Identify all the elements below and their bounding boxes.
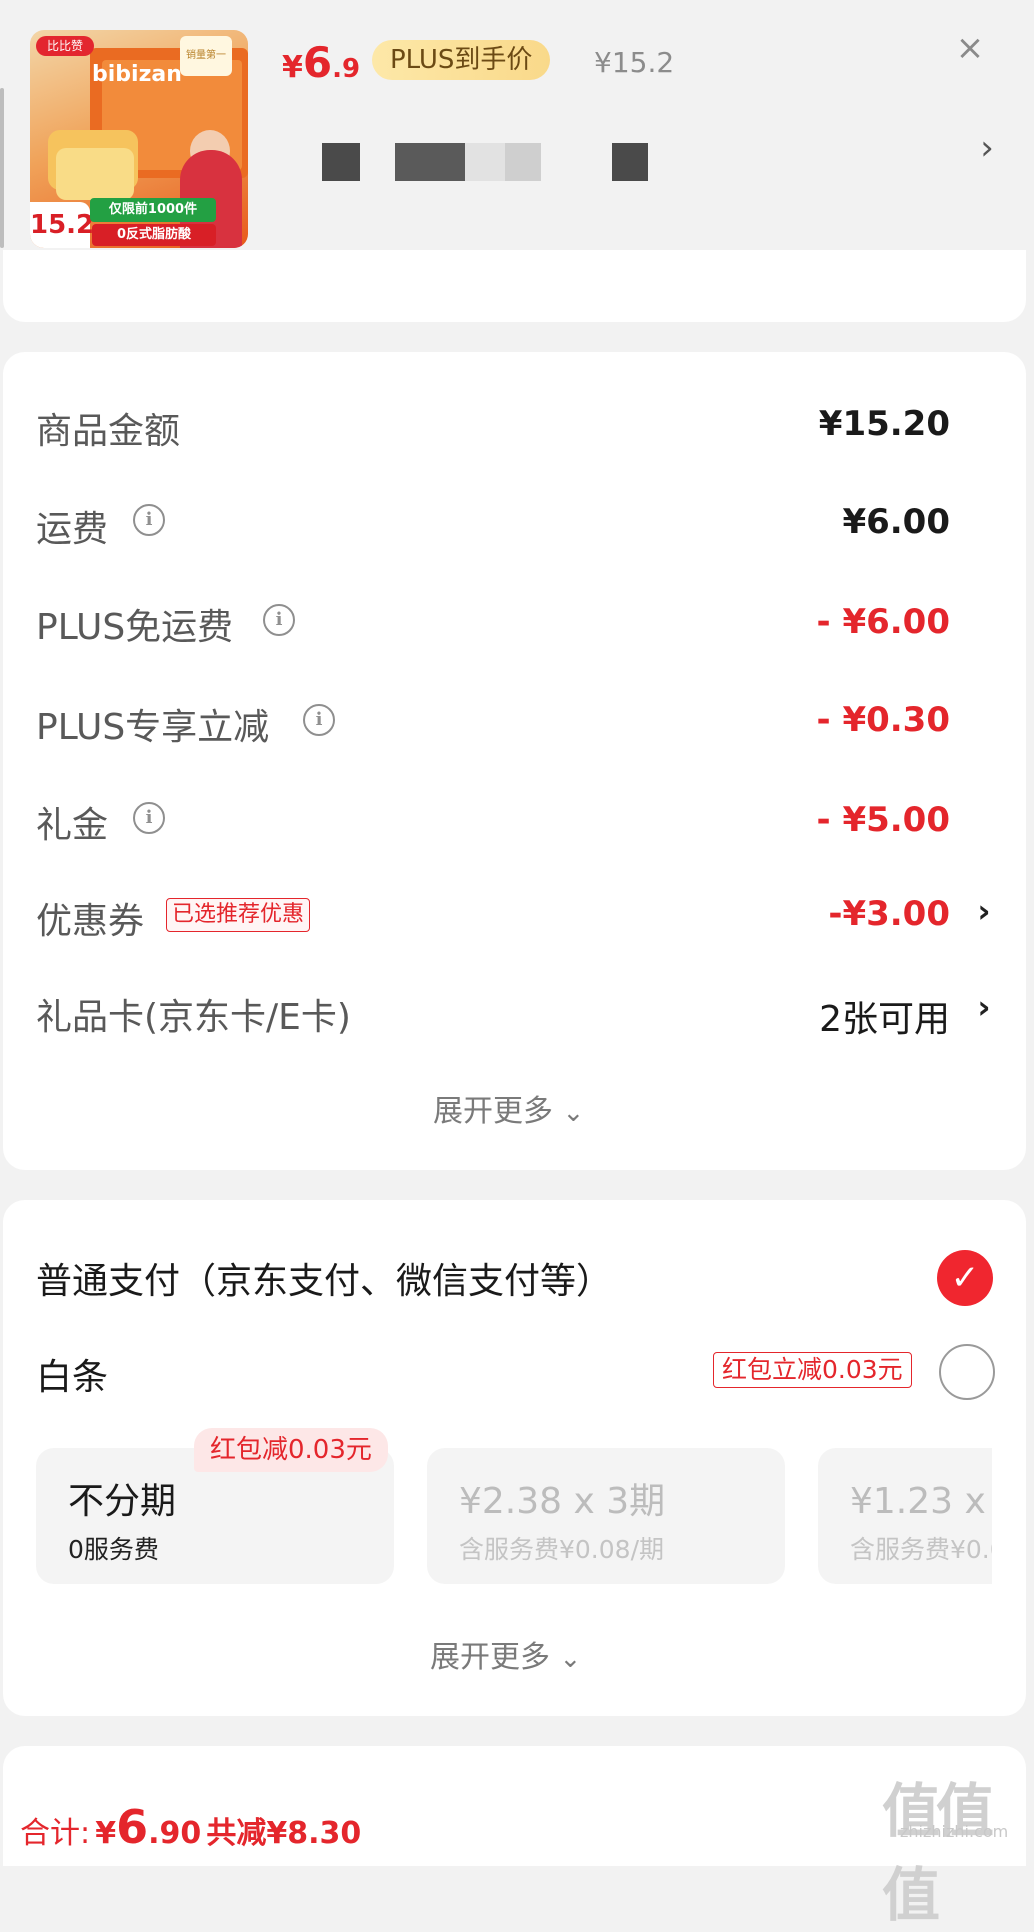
image-price-tag: 15.2 xyxy=(30,202,94,248)
payment-expand-more-button[interactable]: 展开更多 ⌄ xyxy=(430,1632,581,1676)
gift-money-value: - ¥5.00 xyxy=(816,800,951,840)
redacted-block xyxy=(612,143,648,181)
total-decimal: .90 xyxy=(148,1816,202,1851)
plan-title: ¥2.38 x 3期 xyxy=(459,1481,666,1522)
baitiao-radio[interactable] xyxy=(939,1344,995,1400)
plus-discount-info-icon[interactable]: i xyxy=(303,704,335,736)
plan-subtitle: 含服务费¥0.04/期 xyxy=(850,1535,992,1564)
baitiao-label[interactable]: 白条 xyxy=(36,1348,108,1400)
product-header: 比比赞 bibizan 销量第一 15.2 仅限前1000件 0反式脂肪酸 ¥6… xyxy=(0,0,1034,280)
close-icon[interactable]: × xyxy=(950,28,990,68)
gift-card-value[interactable]: 2张可用 xyxy=(819,990,950,1042)
redacted-block xyxy=(395,143,465,181)
brand-logo: 比比赞 xyxy=(36,36,94,56)
gift-money-label: 礼金 xyxy=(36,805,109,846)
baitiao-promo-tag: 红包立减0.03元 xyxy=(713,1352,912,1388)
total-label: 合计: xyxy=(20,1816,91,1851)
redacted-block xyxy=(322,143,360,181)
coupon-value[interactable]: -¥3.00 xyxy=(828,894,950,934)
plan-6-installments[interactable]: ¥1.23 x 6期 含服务费¥0.04/期 xyxy=(818,1448,992,1584)
coupon-label[interactable]: 优惠券 xyxy=(36,892,144,944)
plan-scroll-clip: ¥1.23 x 6期 含服务费¥0.04/期 xyxy=(818,1448,992,1584)
chevron-down-icon: ⌄ xyxy=(562,1098,585,1128)
normal-payment-label[interactable]: 普通支付（京东支付、微信支付等） xyxy=(36,1252,612,1304)
shipping-info-icon[interactable]: i xyxy=(133,504,165,536)
original-price: ¥15.2 xyxy=(594,46,675,79)
limited-band: 仅限前1000件 xyxy=(90,198,216,222)
total-currency: ¥ xyxy=(95,1816,117,1851)
gift-card-chevron-icon[interactable]: › xyxy=(972,988,996,1026)
normal-payment-check-icon[interactable]: ✓ xyxy=(937,1250,993,1306)
coupon-chevron-icon[interactable]: › xyxy=(972,892,996,930)
shipping-value: ¥6.00 xyxy=(842,502,950,542)
previous-item-edge xyxy=(0,88,4,248)
total-integer: 6 xyxy=(116,1800,149,1854)
plus-price: ¥6.9 xyxy=(282,38,360,87)
gift-card-label[interactable]: 礼品卡(京东卡/E卡) xyxy=(36,988,351,1040)
plan-subtitle: 0服务费 xyxy=(68,1535,159,1564)
plus-free-shipping-label: PLUS免运费 xyxy=(36,607,234,648)
toast-topping-graphic xyxy=(56,148,134,200)
plus-free-shipping-info-icon[interactable]: i xyxy=(263,604,295,636)
brand-name: bibizan xyxy=(92,62,182,87)
plus-price-chip: PLUS到手价 xyxy=(372,40,551,80)
trans-fat-band: 0反式脂肪酸 xyxy=(92,224,216,246)
plan-3-installments[interactable]: ¥2.38 x 3期 含服务费¥0.08/期 xyxy=(427,1448,785,1584)
price-decimal: .9 xyxy=(332,54,361,84)
price-integer: 6 xyxy=(302,38,333,87)
plus-discount-label: PLUS专享立减 xyxy=(36,707,270,748)
price-currency: ¥ xyxy=(282,50,303,85)
goods-amount-value: ¥15.20 xyxy=(818,404,950,444)
order-total: 合计: ¥6.90 共减¥8.30 xyxy=(20,1800,361,1854)
sales-badge: 销量第一 xyxy=(180,36,232,76)
gift-money-info-icon[interactable]: i xyxy=(133,802,165,834)
watermark-logo: 值值值 xyxy=(882,1777,994,1929)
coupon-selected-tag: 已选推荐优惠 xyxy=(166,898,311,932)
cost-expand-more-button[interactable]: 展开更多 ⌄ xyxy=(433,1086,584,1130)
redacted-block xyxy=(505,143,541,181)
shipping-label: 运费 xyxy=(36,509,109,550)
cost-breakdown-card: 商品金额 ¥15.20 运费 i ¥6.00 PLUS免运费 i - ¥6.00… xyxy=(3,352,1026,1170)
plan-promo-badge: 红包减0.03元 xyxy=(194,1428,388,1472)
plan-title: 不分期 xyxy=(68,1481,177,1522)
plus-discount-value: - ¥0.30 xyxy=(816,700,951,740)
product-thumbnail[interactable]: 比比赞 bibizan 销量第一 15.2 仅限前1000件 0反式脂肪酸 xyxy=(30,30,248,248)
chevron-right-icon[interactable]: › xyxy=(972,128,1002,168)
plus-free-shipping-value: - ¥6.00 xyxy=(816,602,951,642)
chevron-down-icon: ⌄ xyxy=(559,1644,582,1674)
expand-more-label: 展开更多 xyxy=(433,1094,553,1129)
address-card-bottom xyxy=(3,250,1026,322)
plan-subtitle: 含服务费¥0.08/期 xyxy=(459,1535,664,1564)
watermark-url: zhizhizhi.com xyxy=(900,1822,1009,1841)
total-saved: 共减¥8.30 xyxy=(206,1816,362,1851)
expand-more-label: 展开更多 xyxy=(430,1640,550,1675)
goods-amount-label: 商品金额 xyxy=(36,411,181,452)
redacted-block xyxy=(465,143,505,181)
plan-title: ¥1.23 x 6期 xyxy=(850,1481,992,1522)
